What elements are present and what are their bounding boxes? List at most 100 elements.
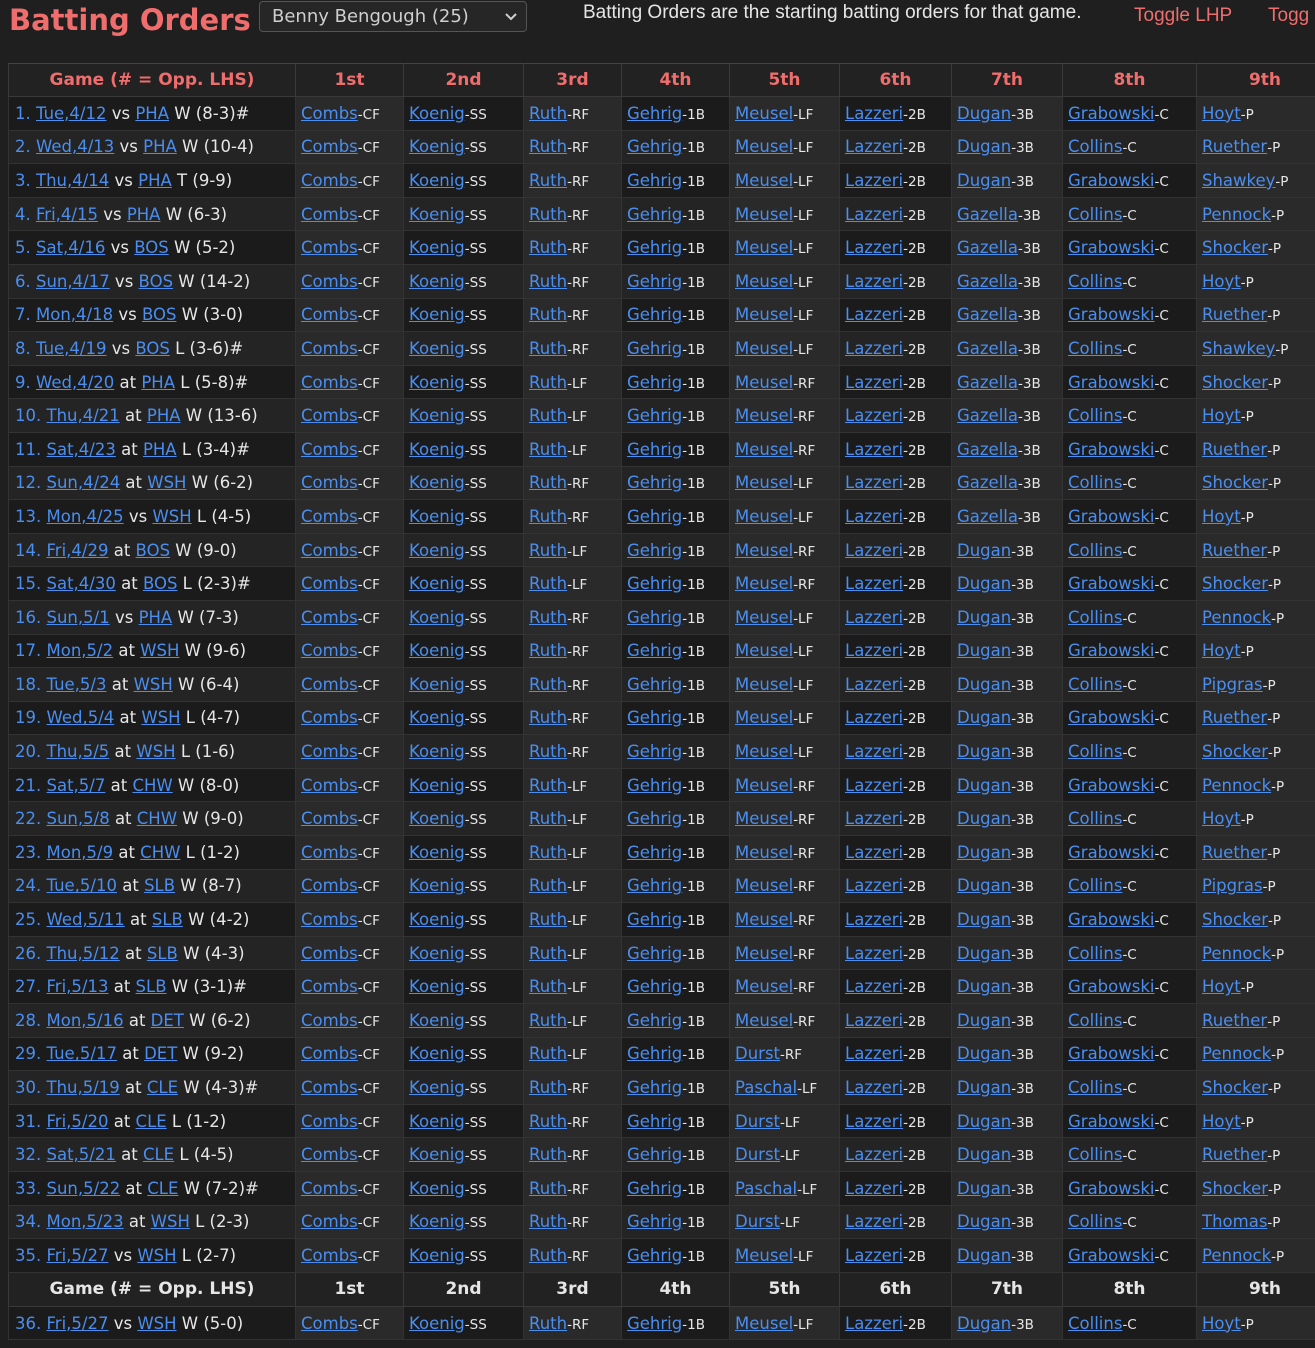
player-link[interactable]: Combs <box>301 641 358 660</box>
player-link[interactable]: Meusel <box>735 473 793 492</box>
player-link[interactable]: Dugan <box>957 843 1011 862</box>
player-link[interactable]: Durst <box>735 1112 780 1131</box>
player-link[interactable]: Pennock <box>1202 608 1271 627</box>
column-header-2[interactable]: 2nd <box>403 63 524 97</box>
player-link[interactable]: Gazella <box>957 406 1018 425</box>
player-link[interactable]: Koenig <box>409 675 465 694</box>
player-link[interactable]: Gazella <box>957 305 1018 324</box>
player-link[interactable]: Combs <box>301 507 358 526</box>
column-header-8[interactable]: 8th <box>1062 1271 1197 1307</box>
player-link[interactable]: Dugan <box>957 1044 1011 1063</box>
player-link[interactable]: Gehrig <box>627 1011 682 1030</box>
player-link[interactable]: Combs <box>301 406 358 425</box>
player-link[interactable]: Pipgras <box>1202 675 1263 694</box>
game-date-link[interactable]: Sat,4/23 <box>47 440 116 459</box>
player-link[interactable]: Ruth <box>529 137 567 156</box>
player-link[interactable]: Lazzeri <box>845 1078 903 1097</box>
player-link[interactable]: Ruth <box>529 473 567 492</box>
player-link[interactable]: Collins <box>1068 742 1122 761</box>
player-link[interactable]: Grabowski <box>1068 1179 1154 1198</box>
player-link[interactable]: Gazella <box>957 473 1018 492</box>
player-link[interactable]: Ruth <box>529 373 567 392</box>
player-link[interactable]: Gazella <box>957 373 1018 392</box>
player-link[interactable]: Collins <box>1068 876 1122 895</box>
player-link[interactable]: Dugan <box>957 910 1011 929</box>
opponent-link[interactable]: PHA <box>127 205 161 224</box>
player-link[interactable]: Koenig <box>409 574 465 593</box>
player-link[interactable]: Koenig <box>409 238 465 257</box>
player-link[interactable]: Koenig <box>409 944 465 963</box>
player-link[interactable]: Koenig <box>409 742 465 761</box>
game-date-link[interactable]: Mon,5/16 <box>47 1011 124 1030</box>
player-link[interactable]: Combs <box>301 708 358 727</box>
player-link[interactable]: Ruth <box>529 843 567 862</box>
player-link[interactable]: Gehrig <box>627 843 682 862</box>
player-link[interactable]: Combs <box>301 1314 358 1333</box>
player-link[interactable]: Lazzeri <box>845 305 903 324</box>
player-link[interactable]: Gehrig <box>627 944 682 963</box>
player-link[interactable]: Gehrig <box>627 205 682 224</box>
player-link[interactable]: Hoyt <box>1202 104 1241 123</box>
player-link[interactable]: Gehrig <box>627 776 682 795</box>
player-link[interactable]: Combs <box>301 608 358 627</box>
player-link[interactable]: Gehrig <box>627 675 682 694</box>
game-date-link[interactable]: Fri,5/20 <box>47 1112 109 1131</box>
player-link[interactable]: Gehrig <box>627 742 682 761</box>
player-link[interactable]: Combs <box>301 1212 358 1231</box>
player-link[interactable]: Pennock <box>1202 205 1271 224</box>
player-link[interactable]: Koenig <box>409 1078 465 1097</box>
player-link[interactable]: Ruth <box>529 440 567 459</box>
player-link[interactable]: Gehrig <box>627 473 682 492</box>
game-date-link[interactable]: Wed,5/11 <box>47 910 125 929</box>
player-link[interactable]: Meusel <box>735 608 793 627</box>
opponent-link[interactable]: BOS <box>134 238 169 257</box>
player-link[interactable]: Ruth <box>529 809 567 828</box>
player-link[interactable]: Koenig <box>409 708 465 727</box>
player-link[interactable]: Ruether <box>1202 843 1267 862</box>
player-link[interactable]: Ruth <box>529 1112 567 1131</box>
player-link[interactable]: Koenig <box>409 809 465 828</box>
player-link[interactable]: Gehrig <box>627 1212 682 1231</box>
player-link[interactable]: Meusel <box>735 910 793 929</box>
player-link[interactable]: Collins <box>1068 675 1122 694</box>
player-link[interactable]: Dugan <box>957 641 1011 660</box>
player-link[interactable]: Gehrig <box>627 574 682 593</box>
player-link[interactable]: Grabowski <box>1068 373 1154 392</box>
player-link[interactable]: Combs <box>301 272 358 291</box>
player-link[interactable]: Grabowski <box>1068 238 1154 257</box>
game-date-link[interactable]: Mon,5/23 <box>47 1212 124 1231</box>
player-link[interactable]: Grabowski <box>1068 641 1154 660</box>
game-date-link[interactable]: Thu,5/5 <box>47 742 110 761</box>
opponent-link[interactable]: CHW <box>140 843 180 862</box>
player-link[interactable]: Ruether <box>1202 708 1267 727</box>
player-link[interactable]: Meusel <box>735 944 793 963</box>
player-link[interactable]: Koenig <box>409 406 465 425</box>
player-link[interactable]: Gehrig <box>627 1314 682 1333</box>
player-link[interactable]: Collins <box>1068 809 1122 828</box>
player-link[interactable]: Meusel <box>735 272 793 291</box>
player-link[interactable]: Dugan <box>957 977 1011 996</box>
player-link[interactable]: Gehrig <box>627 104 682 123</box>
player-link[interactable]: Combs <box>301 1145 358 1164</box>
player-link[interactable]: Ruth <box>529 1145 567 1164</box>
player-link[interactable]: Ruth <box>529 776 567 795</box>
player-link[interactable]: Gehrig <box>627 440 682 459</box>
column-header-1[interactable]: 1st <box>295 63 404 97</box>
player-link[interactable]: Koenig <box>409 977 465 996</box>
player-link[interactable]: Ruether <box>1202 1011 1267 1030</box>
game-date-link[interactable]: Fri,4/29 <box>47 541 109 560</box>
player-link[interactable]: Hoyt <box>1202 406 1241 425</box>
game-date-link[interactable]: Sun,5/1 <box>47 608 110 627</box>
player-link[interactable]: Ruth <box>529 641 567 660</box>
player-link[interactable]: Dugan <box>957 1246 1011 1265</box>
player-link[interactable]: Grabowski <box>1068 171 1154 190</box>
column-header-4[interactable]: 4th <box>621 1271 730 1307</box>
player-link[interactable]: Combs <box>301 843 358 862</box>
player-link[interactable]: Lazzeri <box>845 977 903 996</box>
player-link[interactable]: Meusel <box>735 977 793 996</box>
player-link[interactable]: Grabowski <box>1068 1112 1154 1131</box>
player-link[interactable]: Lazzeri <box>845 1246 903 1265</box>
player-link[interactable]: Gehrig <box>627 910 682 929</box>
player-link[interactable]: Combs <box>301 675 358 694</box>
player-link[interactable]: Dugan <box>957 944 1011 963</box>
